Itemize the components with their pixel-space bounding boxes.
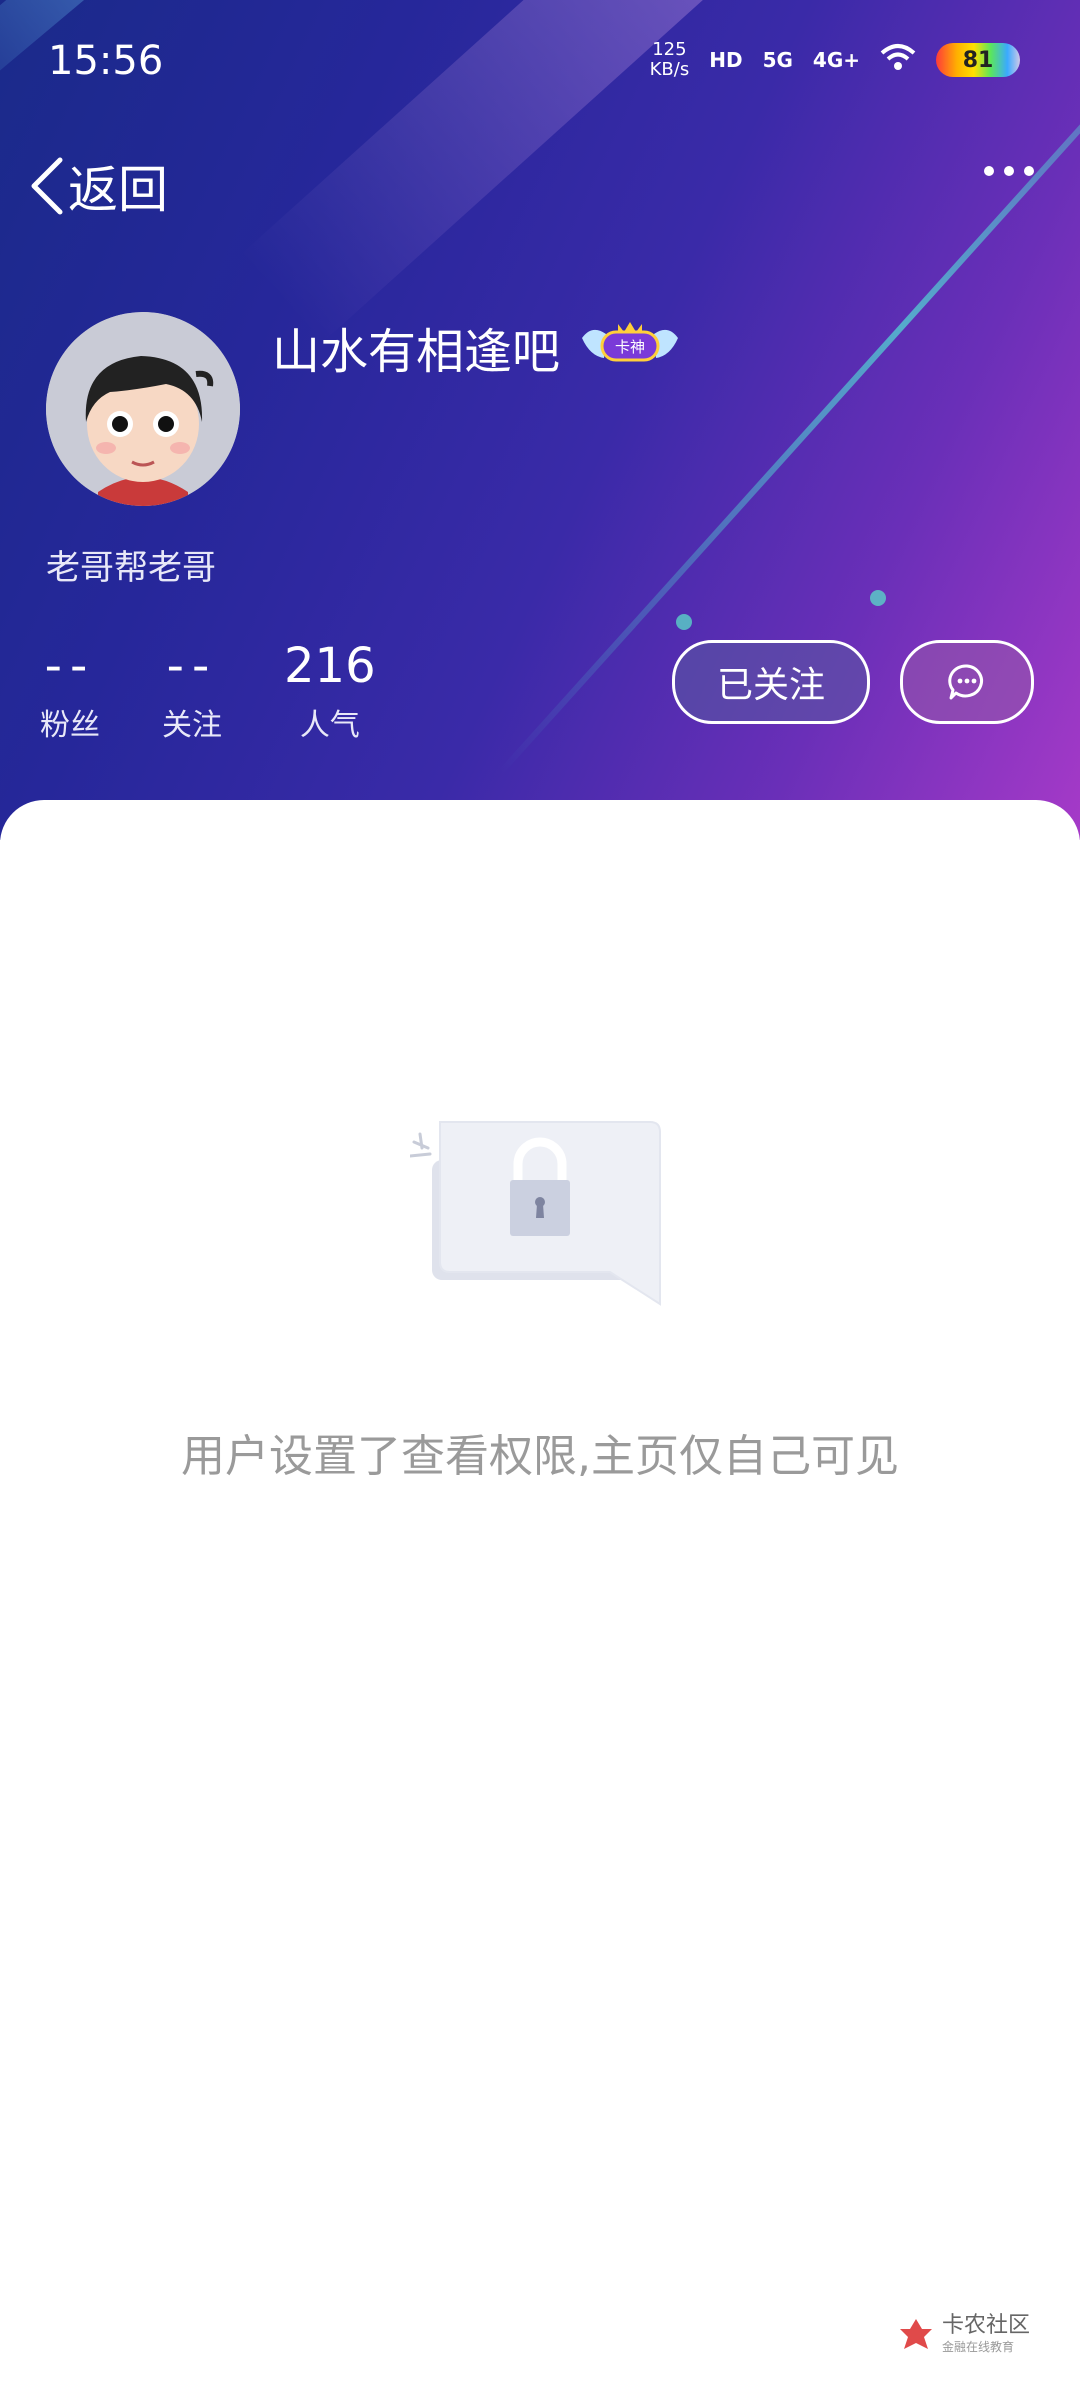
chevron-left-icon — [31, 157, 63, 215]
network-speed: 125 KB/s — [649, 39, 690, 80]
wifi-icon — [880, 43, 916, 77]
signal-4g-icon: 4G+ — [812, 48, 860, 72]
svg-text:卡神: 卡神 — [615, 338, 645, 356]
kanong-logo-icon — [900, 2318, 932, 2349]
avatar[interactable] — [46, 312, 240, 506]
back-button[interactable]: 返回 — [28, 150, 168, 222]
message-button[interactable] — [900, 640, 1034, 724]
chat-bubble-icon — [948, 664, 983, 700]
stat-fans[interactable]: -- 粉丝 — [40, 640, 100, 744]
signal-5g-icon: 5G — [762, 48, 793, 72]
stat-following[interactable]: -- 关注 — [162, 640, 222, 744]
privacy-lock-illustration — [408, 1098, 670, 1318]
hd-voice-icon: HD — [709, 48, 743, 72]
status-time: 15:56 — [48, 38, 164, 84]
stat-popularity: 216 人气 — [284, 638, 376, 743]
watermark: 卡农社区 金融在线教育 — [898, 2314, 1030, 2355]
following-button[interactable]: 已关注 — [672, 640, 870, 724]
profile-stats: -- 粉丝 -- 关注 216 人气 — [40, 640, 438, 744]
more-options-icon[interactable] — [984, 166, 1034, 176]
username: 山水有相逢吧 — [272, 324, 561, 380]
status-bar: 15:56 125 KB/s HD 5G 4G+ 81 — [0, 0, 1080, 120]
back-label: 返回 — [68, 161, 168, 219]
user-signature: 老哥帮老哥 — [46, 548, 216, 588]
privacy-message: 用户设置了查看权限,主页仅自己可见 — [181, 1431, 899, 1482]
battery-indicator: 81 — [936, 43, 1020, 77]
content-panel — [0, 800, 1080, 2408]
kashen-badge-icon: 卡神 — [578, 318, 682, 370]
